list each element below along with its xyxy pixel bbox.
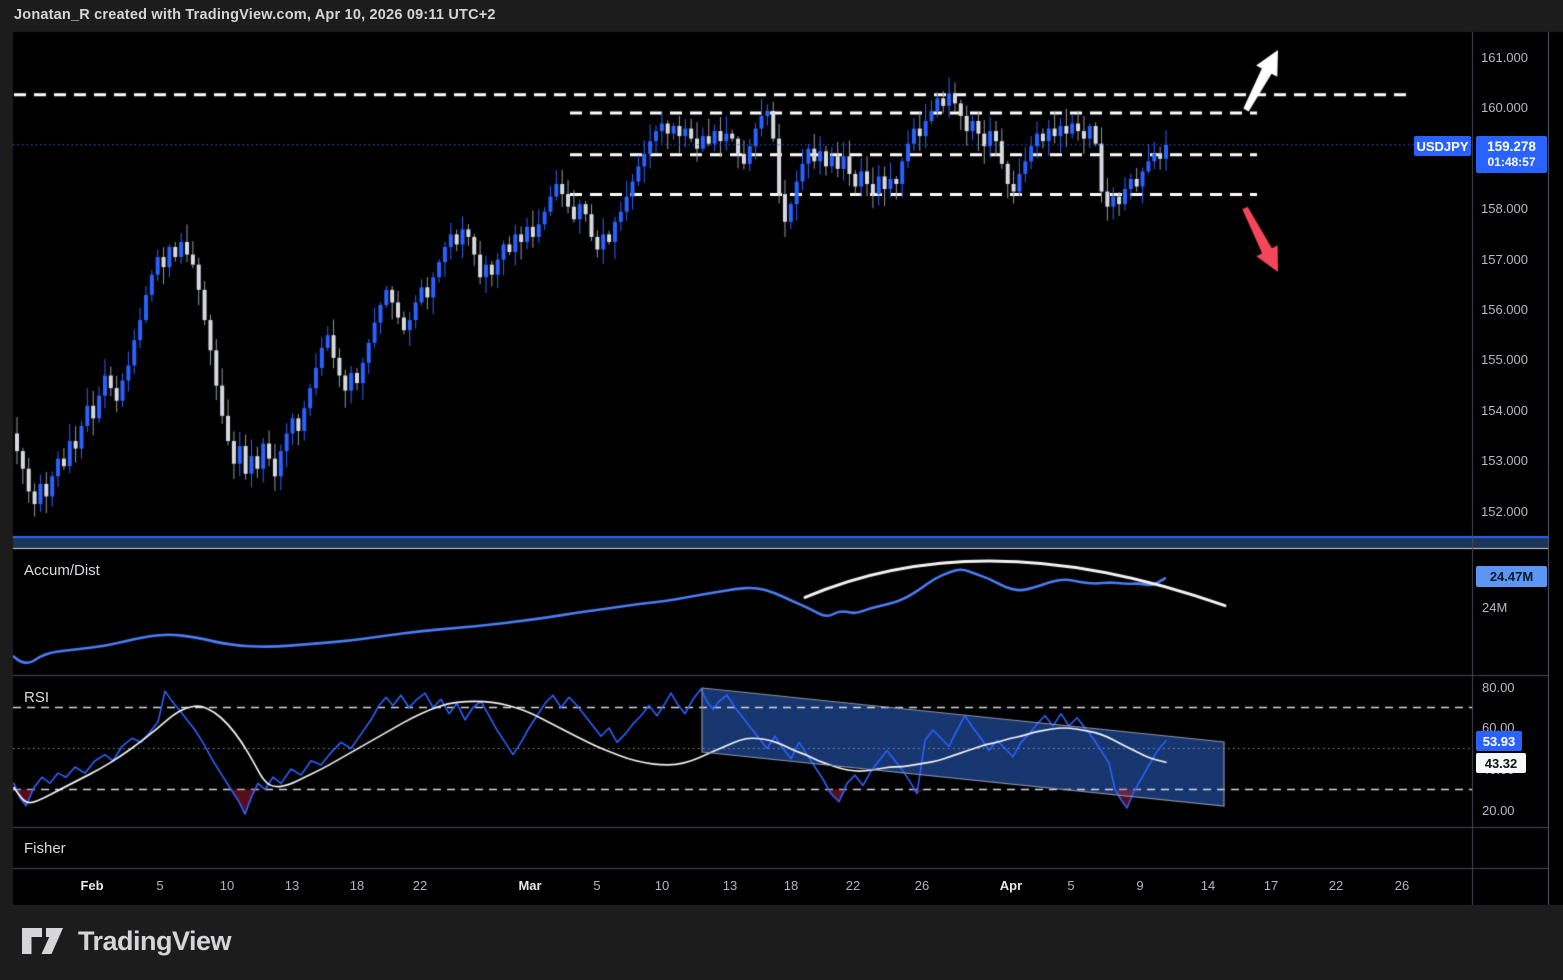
price-tick-155: 155.000	[1481, 352, 1528, 367]
last-price-value: 159.278	[1487, 139, 1536, 156]
accum-dist-value-label: 24.47M	[1476, 566, 1547, 587]
time-tick-14: 14	[1183, 878, 1233, 893]
pane-title-accum-dist: Accum/Dist	[24, 562, 100, 579]
price-tick-153: 153.000	[1481, 453, 1528, 468]
price-tick-158: 158.000	[1481, 201, 1528, 216]
time-tick-22: 22	[1311, 878, 1361, 893]
footer: TradingView	[0, 905, 1563, 980]
rsi-ma-value-label: 43.32	[1476, 753, 1526, 773]
time-tick-22: 22	[828, 878, 878, 893]
time-tick-mar: Mar	[505, 878, 555, 893]
price-tick-157: 157.000	[1481, 252, 1528, 267]
last-price-label: 159.278 01:48:57	[1476, 136, 1547, 173]
price-tick-160: 160.000	[1481, 100, 1528, 115]
rsi-tick-80: 80.00	[1482, 680, 1515, 695]
time-tick-10: 10	[637, 878, 687, 893]
accum-dist-grid-label: 24M	[1482, 600, 1507, 615]
rsi-tick-20: 20.00	[1482, 803, 1515, 818]
tradingview-brand-link[interactable]: TradingView	[20, 925, 231, 957]
time-tick-18: 18	[766, 878, 816, 893]
price-tick-154: 154.000	[1481, 403, 1528, 418]
tradingview-brand-text: TradingView	[78, 926, 231, 957]
time-tick-17: 17	[1246, 878, 1296, 893]
time-tick-5: 5	[572, 878, 622, 893]
bar-countdown: 01:48:57	[1487, 155, 1535, 170]
time-tick-13: 13	[267, 878, 317, 893]
price-tick-152: 152.000	[1481, 504, 1528, 519]
tradingview-logo-icon	[20, 925, 66, 957]
time-tick-26: 26	[1377, 878, 1427, 893]
time-tick-26: 26	[897, 878, 947, 893]
tradingview-snapshot: Jonatan_R created with TradingView.com, …	[0, 0, 1563, 980]
pane-title-rsi: RSI	[24, 689, 49, 706]
time-tick-feb: Feb	[67, 878, 117, 893]
price-tick-161: 161.000	[1481, 50, 1528, 65]
time-tick-5: 5	[1046, 878, 1096, 893]
time-tick-9: 9	[1115, 878, 1165, 893]
time-tick-10: 10	[202, 878, 252, 893]
time-tick-18: 18	[332, 878, 382, 893]
time-tick-5: 5	[135, 878, 185, 893]
time-tick-22: 22	[395, 878, 445, 893]
symbol-name: USDJPY	[1416, 139, 1468, 154]
rsi-value-label: 53.93	[1476, 731, 1522, 751]
price-tick-156: 156.000	[1481, 302, 1528, 317]
chart-canvas[interactable]	[0, 0, 1563, 980]
time-tick-apr: Apr	[986, 878, 1036, 893]
symbol-price-flag: USDJPY	[1414, 136, 1471, 156]
pane-title-fisher: Fisher	[24, 840, 66, 857]
time-tick-13: 13	[705, 878, 755, 893]
